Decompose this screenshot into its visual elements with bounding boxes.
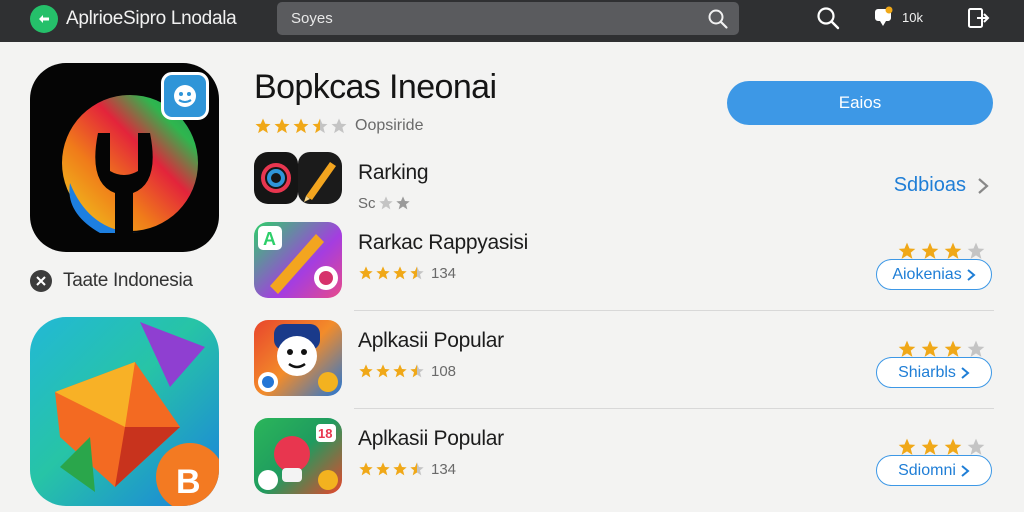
star-empty-icon bbox=[967, 340, 985, 357]
item-count: 134 bbox=[431, 460, 457, 478]
item-action-label: Aiokenias bbox=[892, 265, 962, 283]
app-icon bbox=[254, 320, 342, 396]
star-icon bbox=[921, 340, 939, 357]
star-icon bbox=[376, 364, 390, 378]
badge-label: 10k bbox=[902, 10, 923, 25]
exit-icon[interactable] bbox=[966, 6, 990, 30]
item-rating: Sc bbox=[358, 194, 412, 212]
star-icon bbox=[898, 340, 916, 357]
star-icon bbox=[393, 266, 407, 280]
star-icon bbox=[393, 462, 407, 476]
logo-icon[interactable] bbox=[30, 5, 58, 33]
rating-prefix: Sc bbox=[358, 194, 376, 212]
item-action-label: Sdiomni bbox=[898, 461, 956, 479]
page-title: Bopkcas Ineonai bbox=[254, 68, 497, 106]
item-name: Aplkasii Popular bbox=[358, 329, 504, 352]
search-icon[interactable] bbox=[707, 8, 729, 30]
star-icon bbox=[293, 118, 309, 134]
rating-label: Oopsiride bbox=[355, 117, 424, 134]
star-empty-icon bbox=[331, 118, 347, 134]
star-icon bbox=[255, 118, 271, 134]
star-icon bbox=[274, 118, 290, 134]
search-input[interactable]: Soyes bbox=[277, 2, 739, 35]
app-icon: A bbox=[254, 222, 342, 298]
top-bar: AplrioeSipro Lnodala Soyes 10k bbox=[0, 0, 1024, 42]
svg-text:A: A bbox=[263, 229, 276, 249]
list-item[interactable]: Aplkasii Popular 108 Shiarbls bbox=[254, 320, 994, 406]
search-icon[interactable] bbox=[815, 5, 841, 31]
badge-icon[interactable] bbox=[872, 6, 894, 28]
star-icon bbox=[359, 266, 373, 280]
item-name: Aplkasii Popular bbox=[358, 427, 504, 450]
app-icon bbox=[254, 152, 342, 204]
item-rating: 134 bbox=[358, 264, 456, 282]
divider bbox=[354, 408, 994, 409]
star-icon bbox=[359, 462, 373, 476]
star-icon bbox=[395, 196, 410, 210]
item-stars-right bbox=[896, 437, 988, 457]
chevron-right-icon bbox=[961, 464, 970, 477]
developer-name: Taate Indonesia bbox=[63, 270, 193, 291]
star-icon bbox=[944, 340, 962, 357]
item-stars-right bbox=[896, 339, 988, 359]
item-action-label: Shiarbls bbox=[898, 363, 956, 381]
star-half-icon bbox=[410, 462, 424, 476]
app-rating: Oopsiride bbox=[254, 116, 423, 136]
svg-text:18: 18 bbox=[318, 426, 332, 441]
item-rating: 108 bbox=[358, 362, 456, 380]
list-item[interactable]: 18 Aplkasii Popular 134 Sdiomni bbox=[254, 418, 994, 504]
star-half-icon bbox=[312, 118, 328, 134]
star-half-icon bbox=[410, 364, 424, 378]
chevron-right-icon bbox=[961, 366, 970, 379]
star-empty-icon bbox=[967, 438, 985, 455]
svg-text:B: B bbox=[176, 463, 201, 501]
star-icon bbox=[376, 462, 390, 476]
item-count: 108 bbox=[431, 362, 457, 380]
item-rating: 134 bbox=[358, 460, 456, 478]
star-icon bbox=[393, 364, 407, 378]
star-icon bbox=[898, 242, 916, 259]
search-placeholder: Soyes bbox=[291, 10, 333, 27]
item-name: Rarkac Rappyasisi bbox=[358, 231, 528, 254]
developer-row[interactable]: Taate Indonesia bbox=[30, 266, 193, 296]
star-icon bbox=[376, 266, 390, 280]
star-icon bbox=[359, 364, 373, 378]
divider bbox=[354, 310, 994, 311]
rating-stars bbox=[254, 117, 349, 135]
item-action-button[interactable]: Sdiomni bbox=[876, 455, 992, 486]
star-icon bbox=[898, 438, 916, 455]
star-icon bbox=[944, 438, 962, 455]
app-badge-icon bbox=[161, 72, 209, 120]
item-count: 134 bbox=[431, 264, 457, 282]
item-action-button[interactable]: Shiarbls bbox=[876, 357, 992, 388]
list-item[interactable]: A Rarkac Rappyasisi 134 Aiokenias bbox=[254, 222, 994, 308]
star-icon bbox=[944, 242, 962, 259]
star-half-icon bbox=[410, 266, 424, 280]
app-icon: 18 bbox=[254, 418, 342, 494]
close-icon[interactable] bbox=[30, 270, 52, 292]
chevron-right-icon bbox=[967, 268, 976, 281]
item-stars-right bbox=[896, 241, 988, 261]
install-button[interactable]: Eaios bbox=[727, 81, 993, 125]
star-icon bbox=[921, 242, 939, 259]
item-action-button[interactable]: Aiokenias bbox=[876, 259, 992, 290]
star-empty-icon bbox=[967, 242, 985, 259]
item-name: Rarking bbox=[358, 161, 429, 184]
promo-game-icon[interactable]: B bbox=[30, 317, 219, 506]
star-icon bbox=[378, 196, 393, 210]
star-icon bbox=[921, 438, 939, 455]
app-title: AplrioeSipro Lnodala bbox=[66, 8, 237, 29]
